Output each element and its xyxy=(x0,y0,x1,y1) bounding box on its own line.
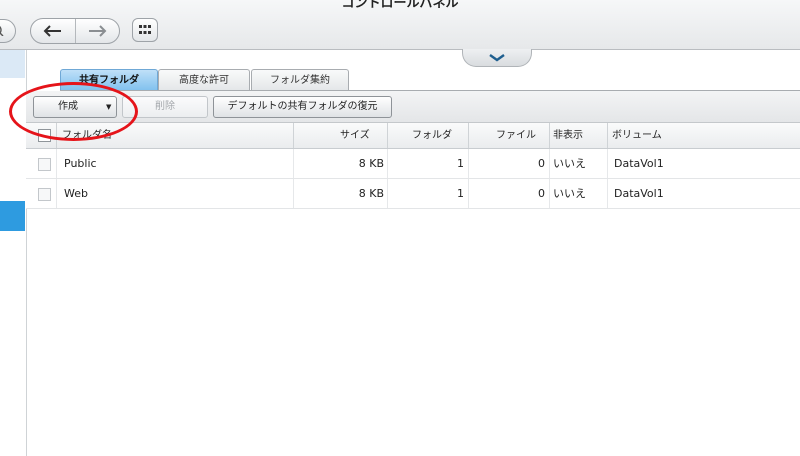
row-checkbox[interactable] xyxy=(38,188,51,201)
column-header-folder-name[interactable]: フォルダ名 xyxy=(62,123,112,148)
column-separator xyxy=(56,123,57,148)
arrow-right-icon xyxy=(89,25,107,37)
column-separator xyxy=(387,149,388,178)
tab-advanced-permissions[interactable]: 高度な許可 xyxy=(158,69,250,91)
window-title: コントロールパネル xyxy=(341,0,459,11)
forward-button[interactable] xyxy=(75,19,119,43)
tab-shared-folders[interactable]: 共有フォルダ xyxy=(60,69,158,91)
size-cell: 8 KB xyxy=(358,157,384,170)
tab-folder-aggregation[interactable]: フォルダ集約 xyxy=(251,69,349,91)
column-header-files[interactable]: ファイル xyxy=(496,123,536,148)
history-navigation xyxy=(30,18,120,44)
volume-cell: DataVol1 xyxy=(614,187,664,200)
collapse-header-button[interactable] xyxy=(462,49,532,67)
column-separator xyxy=(387,179,388,208)
chevron-down-icon xyxy=(489,53,505,61)
arrow-left-icon xyxy=(43,25,61,37)
back-button[interactable] xyxy=(31,19,76,43)
top-toolbar: コントロールパネル xyxy=(0,0,800,50)
column-separator xyxy=(607,149,608,178)
column-separator xyxy=(468,179,469,208)
delete-button[interactable]: 削除 xyxy=(122,96,208,118)
table-row[interactable]: Web 8 KB 1 0 いいえ DataVol1 xyxy=(26,179,800,209)
column-header-size[interactable]: サイズ xyxy=(340,123,370,148)
sidebar-item-category[interactable] xyxy=(0,50,25,78)
column-header-hidden[interactable]: 非表示 xyxy=(553,123,583,148)
create-button[interactable]: 作成 ▼ xyxy=(33,96,117,118)
hidden-cell: いいえ xyxy=(553,157,586,170)
create-button-label: 作成 xyxy=(58,101,78,112)
column-separator xyxy=(293,179,294,208)
restore-default-shared-folders-button[interactable]: デフォルトの共有フォルダの復元 xyxy=(213,96,392,118)
column-separator xyxy=(293,123,294,148)
size-cell: 8 KB xyxy=(358,187,384,200)
column-header-volume[interactable]: ボリューム xyxy=(612,123,662,148)
column-separator xyxy=(56,179,57,208)
search-icon xyxy=(0,26,4,36)
folder-name-cell: Public xyxy=(64,157,97,170)
column-separator xyxy=(607,179,608,208)
column-separator xyxy=(468,123,469,148)
table-row[interactable]: Public 8 KB 1 0 いいえ DataVol1 xyxy=(26,149,800,179)
column-separator xyxy=(468,149,469,178)
volume-cell: DataVol1 xyxy=(614,157,664,170)
search-button[interactable] xyxy=(0,19,16,43)
row-checkbox[interactable] xyxy=(38,158,51,171)
column-header-folders[interactable]: フォルダ xyxy=(412,123,452,148)
sidebar xyxy=(0,50,27,456)
column-separator xyxy=(56,149,57,178)
column-separator xyxy=(607,123,608,148)
table-header: フォルダ名 サイズ フォルダ ファイル 非表示 ボリューム xyxy=(26,123,800,149)
files-cell: 0 xyxy=(538,157,545,170)
folder-name-cell: Web xyxy=(64,187,88,200)
column-separator xyxy=(549,123,550,148)
grid-icon xyxy=(139,25,151,34)
folders-cell: 1 xyxy=(457,187,464,200)
hidden-cell: いいえ xyxy=(553,187,586,200)
column-separator xyxy=(549,149,550,178)
column-separator xyxy=(387,123,388,148)
sidebar-item-shared-folders[interactable] xyxy=(0,201,25,231)
dropdown-caret-icon: ▼ xyxy=(106,103,112,111)
folders-cell: 1 xyxy=(457,157,464,170)
column-separator xyxy=(549,179,550,208)
apps-menu-button[interactable] xyxy=(132,18,158,42)
select-all-checkbox[interactable] xyxy=(38,129,51,142)
files-cell: 0 xyxy=(538,187,545,200)
column-separator xyxy=(293,149,294,178)
